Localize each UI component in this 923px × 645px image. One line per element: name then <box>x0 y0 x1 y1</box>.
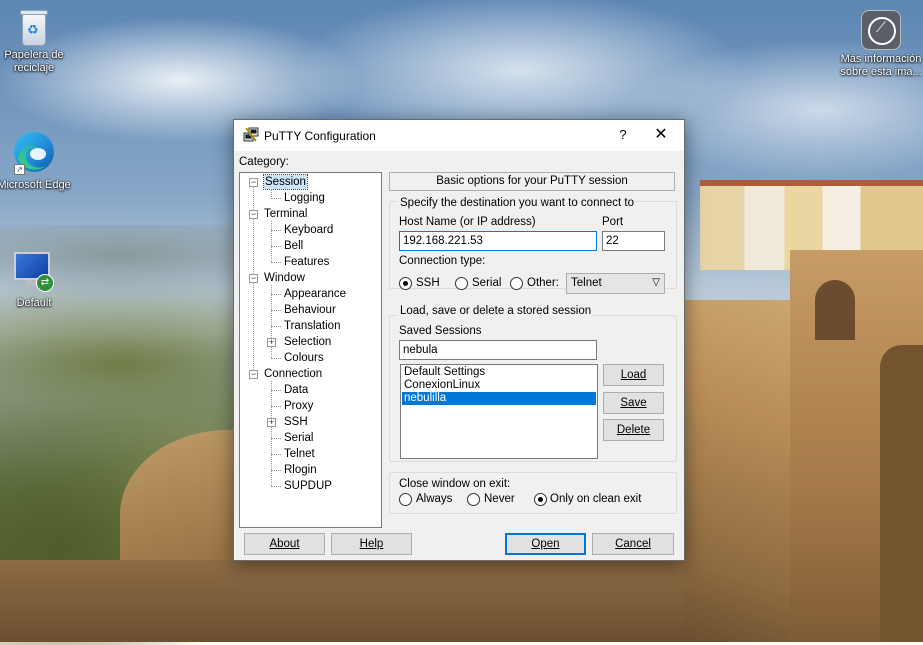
radio-serial[interactable] <box>455 277 468 290</box>
saved-sessions-input[interactable]: nebula <box>399 340 597 360</box>
remote-desktop-icon: ⇄ <box>12 250 56 294</box>
radio-close-clean-label: Only on clean exit <box>550 493 642 505</box>
connection-type-label: Connection type: <box>399 255 486 267</box>
category-label: Category: <box>239 156 289 168</box>
collapse-terminal-icon[interactable]: − <box>249 210 258 219</box>
tree-item-translation[interactable]: Translation <box>284 319 340 333</box>
collapse-session-icon[interactable]: − <box>249 178 258 187</box>
open-button[interactable]: Open <box>505 533 586 555</box>
desktop-icon-default-rdp[interactable]: ⇄ Default <box>0 250 79 310</box>
load-button[interactable]: Load <box>603 364 664 386</box>
radio-close-always-label: Always <box>416 493 453 505</box>
category-tree[interactable]: − Session Logging − Terminal Keyboard Be… <box>239 172 382 528</box>
tree-item-features[interactable]: Features <box>284 255 329 269</box>
wallpaper-bridge-arch-large <box>880 345 923 642</box>
tree-item-data[interactable]: Data <box>284 383 308 397</box>
tree-item-bell[interactable]: Bell <box>284 239 303 253</box>
about-button[interactable]: About <box>244 533 325 555</box>
desktop-icon-label: Default <box>16 297 52 309</box>
radio-close-clean[interactable] <box>534 493 547 506</box>
other-protocol-value: Telnet <box>571 277 602 289</box>
tree-item-session[interactable]: Session <box>263 174 308 190</box>
tree-item-connection[interactable]: Connection <box>264 367 322 381</box>
cancel-button[interactable]: Cancel <box>592 533 674 555</box>
desktop-icon-edge[interactable]: ↗ Microsoft Edge <box>0 128 79 192</box>
collapse-connection-icon[interactable]: − <box>249 370 258 379</box>
radio-other-label: Other: <box>527 277 559 289</box>
collapse-window-icon[interactable]: − <box>249 274 258 283</box>
port-input[interactable]: 22 <box>602 231 665 251</box>
radio-ssh[interactable] <box>399 277 412 290</box>
tree-item-terminal[interactable]: Terminal <box>264 207 307 221</box>
list-item[interactable]: Default Settings <box>402 366 596 379</box>
list-item-selected[interactable]: nebulilla <box>402 392 596 405</box>
tree-item-telnet[interactable]: Telnet <box>284 447 315 461</box>
tree-item-ssh[interactable]: SSH <box>284 415 308 429</box>
putty-configuration-window: PuTTY Configuration ? ✕ Category: − Sess… <box>233 119 685 561</box>
host-name-label: Host Name (or IP address) <box>399 216 536 228</box>
window-title: PuTTY Configuration <box>264 129 376 143</box>
host-name-input[interactable]: 192.168.221.53 <box>399 231 597 251</box>
desktop-icon-label: Más información sobre esta ima... <box>840 53 922 78</box>
list-item[interactable]: ConexionLinux <box>402 379 596 392</box>
tree-item-rlogin[interactable]: Rlogin <box>284 463 317 477</box>
other-protocol-select[interactable]: Telnet ▽ <box>566 273 665 294</box>
tree-item-window[interactable]: Window <box>264 271 305 285</box>
delete-button[interactable]: Delete <box>603 419 664 441</box>
title-bar[interactable]: PuTTY Configuration ? ✕ <box>234 120 684 151</box>
desktop-icon-label: Papelera de reciclaje <box>4 49 64 74</box>
save-button[interactable]: Save <box>603 392 664 414</box>
saved-sessions-label: Saved Sessions <box>399 325 482 337</box>
edge-icon: ↗ <box>10 128 58 176</box>
chevron-down-icon: ▽ <box>652 277 660 288</box>
radio-ssh-label: SSH <box>416 277 440 289</box>
port-label: Port <box>602 216 624 228</box>
radio-close-never-label: Never <box>484 493 515 505</box>
radio-other[interactable] <box>510 277 523 290</box>
desktop-icon-recycle-bin[interactable]: ♻ Papelera de reciclaje <box>0 8 79 75</box>
help-button[interactable]: Help <box>331 533 412 555</box>
desktop-icon-image-info[interactable]: ⟋ Más información sobre esta ima... <box>836 10 923 79</box>
tree-item-logging[interactable]: Logging <box>284 191 325 205</box>
radio-close-always[interactable] <box>399 493 412 506</box>
camera-info-icon: ⟋ <box>861 10 901 50</box>
desktop-icon-label: Microsoft Edge <box>0 179 71 191</box>
recycle-bin-icon: ♻ <box>19 8 49 46</box>
tree-item-serial[interactable]: Serial <box>284 431 313 445</box>
close-icon[interactable]: ✕ <box>638 120 684 150</box>
radio-close-never[interactable] <box>467 493 480 506</box>
tree-item-proxy[interactable]: Proxy <box>284 399 313 413</box>
panel-header: Basic options for your PuTTY session <box>389 172 675 191</box>
tree-item-colours[interactable]: Colours <box>284 351 324 365</box>
tree-item-behaviour[interactable]: Behaviour <box>284 303 336 317</box>
wallpaper-bridge-arch <box>815 280 855 340</box>
tree-item-appearance[interactable]: Appearance <box>284 287 346 301</box>
radio-serial-label: Serial <box>472 277 502 289</box>
close-window-label: Close window on exit: <box>399 478 511 490</box>
tree-item-keyboard[interactable]: Keyboard <box>284 223 333 237</box>
destination-group-label: Specify the destination you want to conn… <box>398 197 636 209</box>
expand-ssh-icon[interactable]: + <box>267 418 276 427</box>
saved-sessions-list[interactable]: Default Settings ConexionLinux nebulilla <box>400 364 598 459</box>
tree-item-supdup[interactable]: SUPDUP <box>284 479 332 493</box>
expand-selection-icon[interactable]: + <box>267 338 276 347</box>
putty-app-icon <box>243 127 259 143</box>
tree-item-selection[interactable]: Selection <box>284 335 331 349</box>
stored-session-group-label: Load, save or delete a stored session <box>398 305 594 317</box>
